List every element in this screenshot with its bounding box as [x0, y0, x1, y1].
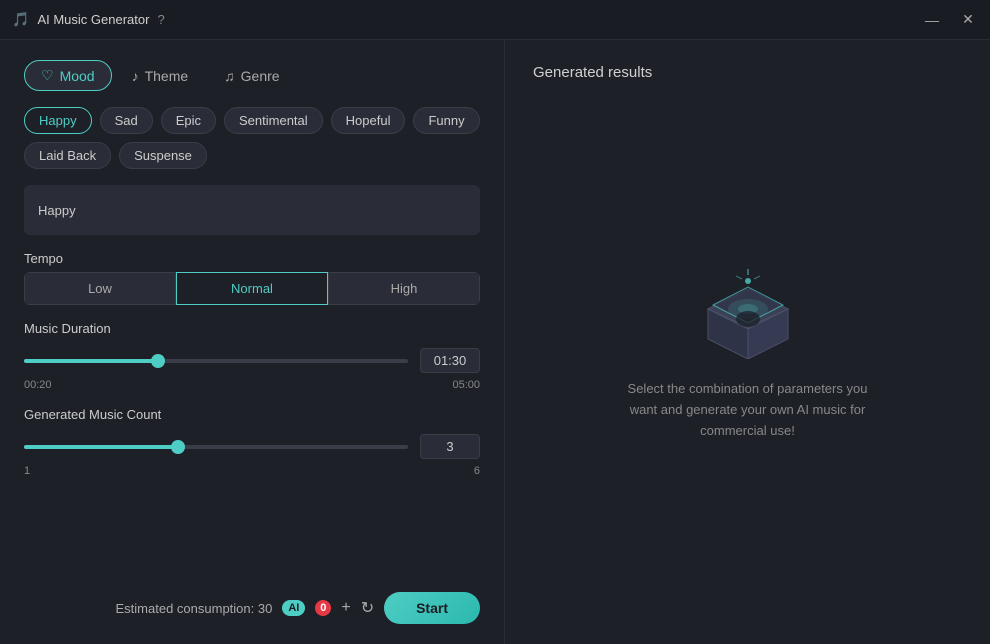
refresh-button[interactable]: ↻: [361, 598, 374, 618]
close-button[interactable]: ✕: [958, 10, 978, 30]
duration-slider-track-wrap: [24, 354, 408, 368]
chip-funny[interactable]: Funny: [413, 107, 479, 134]
tab-theme-label: Theme: [145, 68, 189, 84]
left-panel: ♡ Mood ♪ Theme ♫ Genre Happy Sad Epic Se…: [0, 40, 505, 644]
count-labels: 1 6: [24, 465, 480, 477]
tempo-label: Tempo: [24, 251, 480, 266]
tempo-low[interactable]: Low: [24, 272, 176, 305]
credit-count-badge: 0: [315, 600, 331, 616]
tab-genre[interactable]: ♫ Genre: [208, 60, 295, 91]
duration-fill: [24, 359, 158, 363]
count-slider-row: 3: [24, 434, 480, 459]
tab-mood-label: Mood: [60, 68, 95, 84]
chip-laid-back[interactable]: Laid Back: [24, 142, 111, 169]
minimize-button[interactable]: —: [922, 10, 942, 30]
duration-min: 00:20: [24, 379, 52, 391]
mood-tab-icon: ♡: [41, 67, 54, 84]
chip-suspense[interactable]: Suspense: [119, 142, 207, 169]
genre-tab-icon: ♫: [224, 68, 235, 84]
window-controls: — ✕: [922, 10, 978, 30]
right-panel: Generated results: [505, 40, 990, 644]
tab-theme[interactable]: ♪ Theme: [116, 60, 205, 91]
start-button[interactable]: Start: [384, 592, 480, 624]
tempo-high[interactable]: High: [328, 272, 480, 305]
tempo-section: Tempo Low Normal High: [24, 251, 480, 305]
title-bar-left: 🎵 AI Music Generator ?: [12, 11, 165, 28]
tempo-normal[interactable]: Normal: [176, 272, 328, 305]
count-fill: [24, 445, 178, 449]
count-min: 1: [24, 465, 30, 477]
mood-text-display: Happy: [24, 185, 480, 235]
tempo-group: Low Normal High: [24, 272, 480, 305]
chip-epic[interactable]: Epic: [161, 107, 216, 134]
duration-section: Music Duration 01:30 00:20 05:00: [24, 321, 480, 391]
count-label: Generated Music Count: [24, 407, 480, 422]
app-title: AI Music Generator: [37, 12, 149, 27]
duration-label: Music Duration: [24, 321, 480, 336]
tab-bar: ♡ Mood ♪ Theme ♫ Genre: [24, 60, 480, 91]
count-slider-track-wrap: [24, 440, 408, 454]
chip-happy[interactable]: Happy: [24, 107, 92, 134]
duration-value: 01:30: [420, 348, 480, 373]
ai-badge: AI: [282, 600, 305, 616]
empty-state-text: Select the combination of parameters you…: [628, 379, 868, 441]
app-icon: 🎵: [12, 11, 29, 28]
duration-max: 05:00: [452, 379, 480, 391]
add-credits-button[interactable]: +: [341, 599, 350, 617]
count-max: 6: [474, 465, 480, 477]
theme-tab-icon: ♪: [132, 68, 139, 84]
count-section: Generated Music Count 3 1 6: [24, 407, 480, 477]
duration-slider-row: 01:30: [24, 348, 480, 373]
chip-sad[interactable]: Sad: [100, 107, 153, 134]
empty-state: Select the combination of parameters you…: [533, 81, 962, 620]
tab-genre-label: Genre: [241, 68, 280, 84]
tab-mood[interactable]: ♡ Mood: [24, 60, 112, 91]
main-layout: ♡ Mood ♪ Theme ♫ Genre Happy Sad Epic Se…: [0, 40, 990, 644]
count-value: 3: [420, 434, 480, 459]
chip-sentimental[interactable]: Sentimental: [224, 107, 323, 134]
chip-hopeful[interactable]: Hopeful: [331, 107, 406, 134]
title-bar: 🎵 AI Music Generator ? — ✕: [0, 0, 990, 40]
count-thumb[interactable]: [171, 440, 185, 454]
bottom-bar: Estimated consumption: 30 AI 0 + ↻ Start: [24, 592, 480, 624]
duration-thumb[interactable]: [151, 354, 165, 368]
generated-results-title: Generated results: [533, 64, 652, 81]
help-button[interactable]: ?: [157, 12, 164, 27]
box-illustration: [693, 259, 803, 359]
duration-labels: 00:20 05:00: [24, 379, 480, 391]
consumption-text: Estimated consumption: 30: [116, 601, 273, 616]
mood-chips-container: Happy Sad Epic Sentimental Hopeful Funny…: [24, 107, 480, 169]
